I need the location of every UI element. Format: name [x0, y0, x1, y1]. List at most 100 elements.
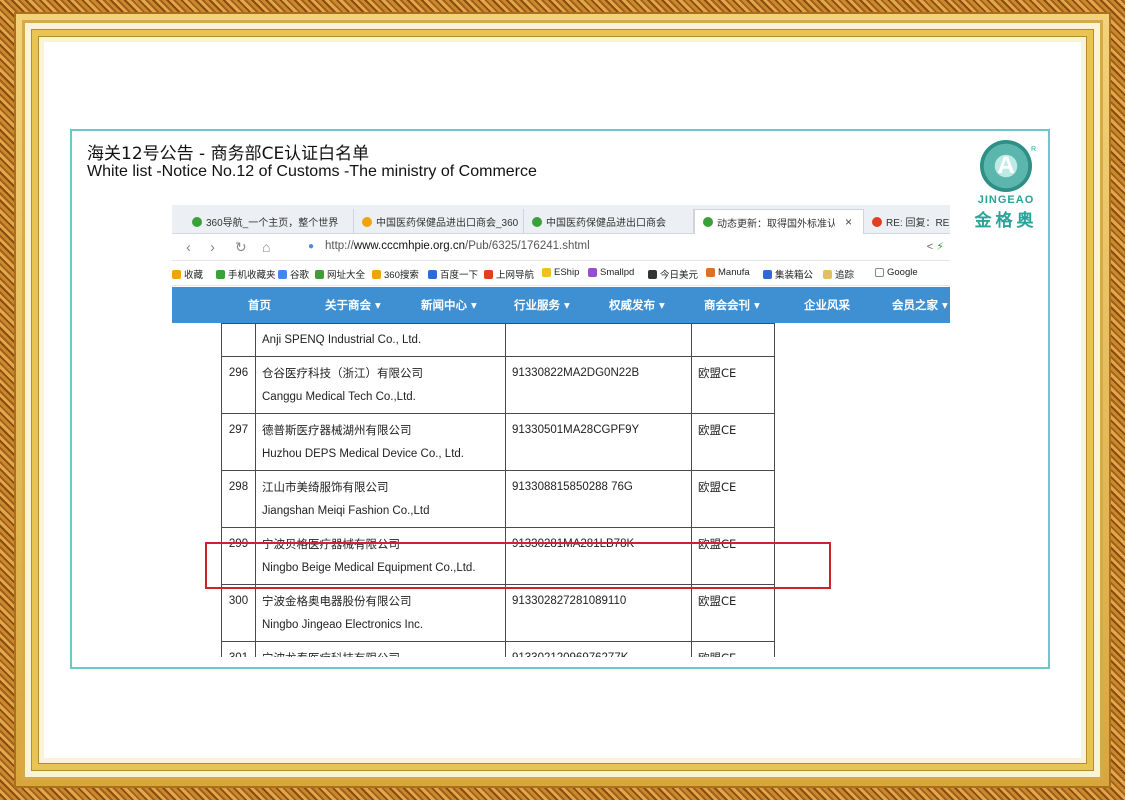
nav-item-services[interactable]: 行业服务 ▾ — [514, 297, 570, 313]
credit-code-cell: 913308815850288 76G — [505, 470, 692, 528]
url-prefix: http:// — [325, 240, 354, 252]
row-number-cell — [221, 323, 256, 357]
page-icon — [875, 268, 884, 277]
bookmark-label: 收藏 — [184, 270, 204, 281]
tab-label: 动态更新：取得国外标准认证 — [717, 218, 835, 230]
certification-cell: 欧盟CE — [691, 470, 775, 528]
company-name-cn: 德普斯医疗器械湖州有限公司 — [262, 423, 412, 437]
company-name-en: Canggu Medical Tech Co.,Ltd. — [262, 391, 416, 403]
bookmark-item[interactable]: EShip — [542, 267, 579, 278]
browser-screenshot: 360导航_一个主页，整个世界 中国医药保健品进出口商会_360 中国医药保健品… — [172, 205, 950, 657]
home-icon[interactable]: ⌂ — [262, 239, 270, 255]
bookmark-label: Google — [887, 267, 918, 278]
certification-cell: 欧盟CE — [691, 641, 775, 657]
nav-item-members[interactable]: 会员之家 ▾ — [892, 297, 948, 313]
browser-tab[interactable]: RE: 回复：RE: 回 — [864, 209, 950, 234]
back-icon[interactable]: ‹ — [186, 239, 191, 256]
bookmark-label: 网址大全 — [327, 270, 366, 281]
bookmark-label: Manufa — [718, 267, 750, 278]
nav-item-enterprise[interactable]: 企业风采 — [804, 297, 850, 313]
url-field[interactable]: http://www.cccmhpie.org.cn/Pub/6325/1762… — [325, 240, 590, 252]
credit-code: 91330822MA2DG0N22B — [512, 367, 640, 379]
row-number-cell: 298 — [221, 470, 256, 528]
browser-tab[interactable]: 中国医药保健品进出口商会_360 — [354, 209, 524, 234]
browser-tab-bar: 360导航_一个主页，整个世界 中国医药保健品进出口商会_360 中国医药保健品… — [172, 205, 950, 234]
bookmark-item[interactable]: 谷歌 — [278, 267, 309, 281]
browser-tab[interactable]: 360导航_一个主页，整个世界 — [184, 209, 354, 234]
mail-icon — [872, 216, 882, 227]
bookmark-item[interactable]: 百度一下 — [428, 267, 478, 281]
bookmark-label: 谷歌 — [290, 270, 310, 281]
tab-label: 中国医药保健品进出口商会 — [546, 218, 666, 229]
bookmark-item[interactable]: Smallpd — [588, 267, 634, 278]
row-number: 301 — [228, 646, 249, 657]
google-icon — [278, 269, 287, 279]
share-icon[interactable]: < ⚡ — [927, 240, 944, 253]
bookmark-item[interactable]: 手机收藏夹 — [216, 267, 276, 281]
credit-code-cell: 91330501MA28CGPF9Y — [505, 413, 692, 471]
table-row: Anji SPENQ Industrial Co., Ltd. — [221, 323, 775, 357]
certification: 欧盟CE — [698, 646, 768, 657]
site-navigation: 首页 关于商会 ▾ 新闻中心 ▾ 行业服务 ▾ 权威发布 ▾ 商会会刊 ▾ 企业… — [172, 287, 950, 323]
company-name-cn: 仓谷医疗科技（浙江）有限公司 — [262, 366, 423, 380]
company-name-en: Huzhou DEPS Medical Device Co., Ltd. — [262, 448, 464, 460]
nav-item-news[interactable]: 新闻中心 ▾ — [421, 297, 477, 313]
company-name-cell: 宁波龙泰医疗科技有限公司Ningbo Longtai Medical Techn… — [255, 641, 506, 657]
forward-icon[interactable]: › — [210, 239, 215, 256]
nav-item-about[interactable]: 关于商会 ▾ — [325, 297, 381, 313]
phone-icon — [216, 269, 225, 279]
bookmark-label: 今日美元 — [660, 270, 699, 281]
bookmark-item[interactable]: Google — [875, 267, 918, 278]
registered-mark: R — [1030, 146, 1036, 153]
bookmark-item[interactable]: Manufa — [706, 267, 750, 278]
nav-icon — [484, 269, 493, 279]
certification: 欧盟CE — [698, 423, 737, 437]
nav-item-home[interactable]: 首页 — [248, 297, 271, 313]
close-icon[interactable]: × — [845, 215, 852, 229]
logo-emblem-icon: A — [980, 140, 1032, 192]
company-name-cn: 宁波金格奥电器股份有限公司 — [262, 594, 412, 608]
certification-cell: 欧盟CE — [691, 584, 775, 642]
browser-tab[interactable]: 中国医药保健品进出口商会 — [524, 209, 694, 234]
bookmark-item[interactable]: 网址大全 — [315, 267, 365, 281]
bookmark-label: 手机收藏夹 — [228, 270, 276, 281]
globe-icon — [703, 217, 713, 227]
credit-code: 913308815850288 76G — [512, 481, 633, 493]
bookmark-item[interactable]: 集装箱公 — [763, 267, 813, 281]
logo-name-en: JINGEAO — [977, 194, 1035, 206]
row-number-cell: 297 — [221, 413, 256, 471]
certification-cell — [691, 323, 775, 357]
company-name-en: Ningbo Jingeao Electronics Inc. — [262, 619, 424, 631]
bookmark-item[interactable]: 360搜索 — [372, 267, 419, 281]
bookmark-label: 上网导航 — [496, 270, 535, 281]
bookmark-label: 百度一下 — [440, 270, 479, 281]
bookmark-item[interactable]: 收藏 — [172, 267, 203, 281]
calendar-icon — [648, 269, 657, 279]
url-host: www.cccmhpie.org.cn — [353, 240, 465, 252]
nav-item-journal[interactable]: 商会会刊 ▾ — [704, 297, 760, 313]
whitelist-table: Anji SPENQ Industrial Co., Ltd. 296 仓谷医疗科技… — [221, 323, 775, 657]
address-bar: ‹ › ↻ ⌂ ● http://www.cccmhpie.org.cn/Pub… — [172, 234, 950, 261]
bookmark-item[interactable]: 今日美元 — [648, 267, 698, 281]
url-path: /Pub/6325/176241.shtml — [465, 240, 590, 252]
grid-icon — [588, 268, 597, 277]
row-number: 297 — [228, 424, 249, 436]
certification: 欧盟CE — [698, 594, 737, 608]
bookmark-item[interactable]: 上网导航 — [484, 267, 534, 281]
row-number-cell: 300 — [221, 584, 256, 642]
company-name-cell: 宁波金格奥电器股份有限公司 Ningbo Jingeao Electronics … — [255, 584, 506, 642]
bookmark-label: EShip — [554, 267, 580, 278]
bookmark-item[interactable]: 追踪 — [823, 267, 854, 281]
360-icon — [315, 269, 324, 279]
security-icon: ● — [308, 241, 315, 252]
company-name-cell: 仓谷医疗科技（浙江）有限公司 Canggu Medical Tech Co.,Lt… — [255, 356, 506, 414]
table-row: 297 德普斯医疗器械湖州有限公司 Huzhou DEPS Medical Devi… — [221, 413, 775, 471]
reload-icon[interactable]: ↻ — [235, 239, 247, 256]
company-name-cell: Anji SPENQ Industrial Co., Ltd. — [255, 323, 506, 357]
browser-tab-active[interactable]: 动态更新：取得国外标准认证 × — [694, 209, 864, 234]
nav-item-publications[interactable]: 权威发布 ▾ — [609, 297, 665, 313]
table-row: 298 江山市美绮服饰有限公司 Jiangshan Meiqi Fashion Co… — [221, 470, 775, 528]
tab-label: RE: 回复：RE: 回 — [886, 218, 950, 229]
highlight-box — [205, 542, 831, 589]
tab-label: 360导航_一个主页，整个世界 — [206, 218, 339, 229]
